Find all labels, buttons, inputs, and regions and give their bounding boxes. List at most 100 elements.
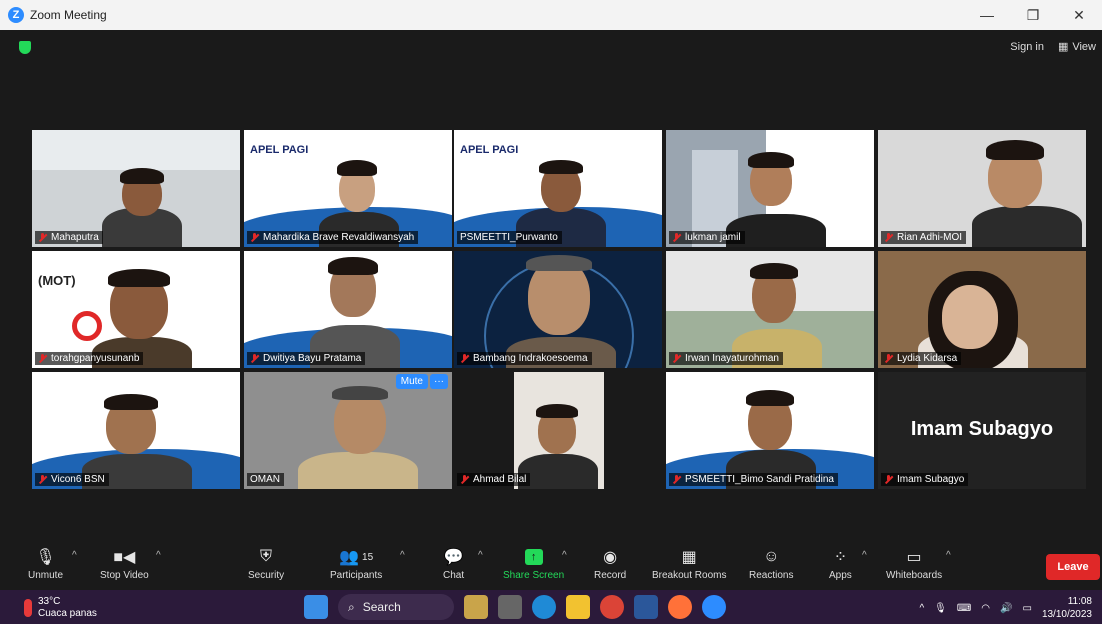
audio-options-caret[interactable]: ^ [72,550,77,561]
close-button[interactable]: ✕ [1056,0,1102,30]
widgets-icon[interactable] [464,595,488,619]
video-tile[interactable]: Mahaputra [32,130,240,247]
apps-options-caret[interactable]: ^ [862,550,867,561]
apps-button[interactable]: ⁘ Apps [829,544,852,581]
muted-mic-icon [672,475,681,484]
video-tile[interactable]: Imam Subagyo Imam Subagyo [878,372,1086,489]
chrome-icon[interactable] [600,595,624,619]
muted-mic-icon [884,233,893,242]
minimize-button[interactable]: — [964,0,1010,30]
chat-options-caret[interactable]: ^ [478,550,483,561]
mute-participant-button[interactable]: Mute [395,374,428,389]
whiteboards-options-caret[interactable]: ^ [946,550,951,561]
grid-view-icon: ▦ [1057,41,1069,53]
video-tile-active-speaker[interactable]: APEL PAGI PSMEETTI_Purwanto [454,130,662,247]
participant-name: Ahmad Bilal [457,473,531,486]
weather-widget[interactable]: 33°C Cuaca panas [24,596,97,620]
share-screen-button[interactable]: ↑ Share Screen [503,544,564,581]
meeting-controls-toolbar: 🎙 Unmute ^ ■◀ Stop Video ^ ⛨ Security 👥 1… [0,540,1102,590]
video-tile[interactable]: APEL PAGI Mahardika Brave Revaldiwansyah [244,130,452,247]
muted-mic-icon [884,475,893,484]
chat-bubble-icon: 💬 [443,549,464,566]
restore-button[interactable]: ❐ [1010,0,1056,30]
participant-name: lukman jamil [669,231,745,244]
zoom-app-icon[interactable] [702,595,726,619]
participant-name: Dwitiya Bayu Pratama [247,352,366,365]
window-title: Zoom Meeting [30,8,107,22]
video-tile[interactable]: Vicon6 BSN [32,372,240,489]
breakout-rooms-icon: ▦ [681,549,697,566]
task-view-icon[interactable] [498,595,522,619]
participants-button[interactable]: 👥 15 Participants [330,544,382,581]
windows-taskbar: 33°C Cuaca panas ⌕ Search ^ 🎙 ⌨ ◠ 🔊 ▭ 11:… [0,590,1102,624]
window-titlebar: Z Zoom Meeting — ❐ ✕ [0,0,1102,30]
clock[interactable]: 11:08 13/10/2023 [1042,595,1092,621]
share-options-caret[interactable]: ^ [562,550,567,561]
word-icon[interactable] [634,595,658,619]
muted-mic-icon [672,354,681,363]
sign-in-button[interactable]: Sign in [1010,40,1044,53]
people-icon: 👥 [339,549,360,566]
shield-icon: ⛨ [260,548,273,565]
video-tile[interactable]: Mute ··· OMAN [244,372,452,489]
wifi-icon[interactable]: ◠ [981,603,990,614]
video-options-caret[interactable]: ^ [156,550,161,561]
firefox-icon[interactable] [668,595,692,619]
participant-name: Irwan Inayaturohman [669,352,783,365]
whiteboards-button[interactable]: ▭ Whiteboards [886,544,942,581]
more-options-button[interactable]: ··· [430,374,448,389]
breakout-rooms-button[interactable]: ▦ Breakout Rooms [652,544,726,581]
show-hidden-icons-chevron-icon[interactable]: ^ [919,603,924,614]
participant-name: PSMEETTI_Bimo Sandi Pratidina [669,473,838,486]
file-explorer-icon[interactable] [566,595,590,619]
record-button[interactable]: ◉ Record [594,544,626,581]
participant-name: OMAN [247,473,284,486]
whiteboard-icon: ▭ [906,549,922,566]
video-tile[interactable]: PSMEETTI_Bimo Sandi Pratidina [666,372,874,489]
video-tile[interactable]: (MOT) torahgpanyusunanb [32,251,240,368]
volume-icon[interactable]: 🔊 [1000,603,1012,614]
participants-options-caret[interactable]: ^ [400,550,405,561]
apps-icon: ⁘ [833,549,848,566]
edge-browser-icon[interactable] [532,595,556,619]
muted-mic-icon [38,475,47,484]
chat-button[interactable]: 💬 Chat [443,544,464,581]
leave-button[interactable]: Leave [1046,554,1100,580]
muted-mic-icon [38,354,47,363]
encryption-shield-icon[interactable] [19,41,31,54]
video-tile[interactable]: Irwan Inayaturohman [666,251,874,368]
reactions-button[interactable]: ☺ Reactions [749,544,793,581]
muted-microphone-icon: 🎙 [35,549,56,566]
muted-mic-icon [460,354,469,363]
video-tile[interactable]: Lydia Kidarsa [878,251,1086,368]
security-button[interactable]: ⛨ Security [248,544,284,581]
muted-mic-icon [38,233,47,242]
video-tile[interactable]: Ahmad Bilal [454,372,662,489]
participant-name: Lydia Kidarsa [881,352,962,365]
participant-name: PSMEETTI_Purwanto [457,231,562,244]
keyboard-icon[interactable]: ⌨ [957,603,971,614]
smiley-plus-icon: ☺ [763,548,780,565]
video-camera-icon: ■◀ [113,549,136,566]
muted-mic-icon [250,233,259,242]
system-tray: ^ 🎙 ⌨ ◠ 🔊 ▭ 11:08 13/10/2023 [919,595,1092,621]
participant-name: Vicon6 BSN [35,473,109,486]
start-button-windows-icon[interactable] [304,595,328,619]
battery-icon[interactable]: ▭ [1022,603,1031,614]
stop-video-button[interactable]: ■◀ Stop Video [100,544,149,581]
unmute-button[interactable]: 🎙 Unmute [28,544,63,581]
participant-name: torahgpanyusunanb [35,352,144,365]
participant-name: Rian Adhi-MOI [881,231,967,244]
muted-mic-icon [672,233,681,242]
video-tile[interactable]: Rian Adhi-MOI [878,130,1086,247]
microphone-icon[interactable]: 🎙 [934,603,947,614]
video-tile[interactable]: lukman jamil [666,130,874,247]
video-tile[interactable]: Bambang Indrakoesoema [454,251,662,368]
record-icon: ◉ [603,549,618,566]
participant-name: Mahaputra [35,231,103,244]
video-tile[interactable]: Dwitiya Bayu Pratama [244,251,452,368]
taskbar-search[interactable]: ⌕ Search [338,594,454,620]
participant-name: Mahardika Brave Revaldiwansyah [247,231,419,244]
participant-name: Imam Subagyo [881,473,969,486]
view-button[interactable]: ▦ View [1057,40,1096,54]
